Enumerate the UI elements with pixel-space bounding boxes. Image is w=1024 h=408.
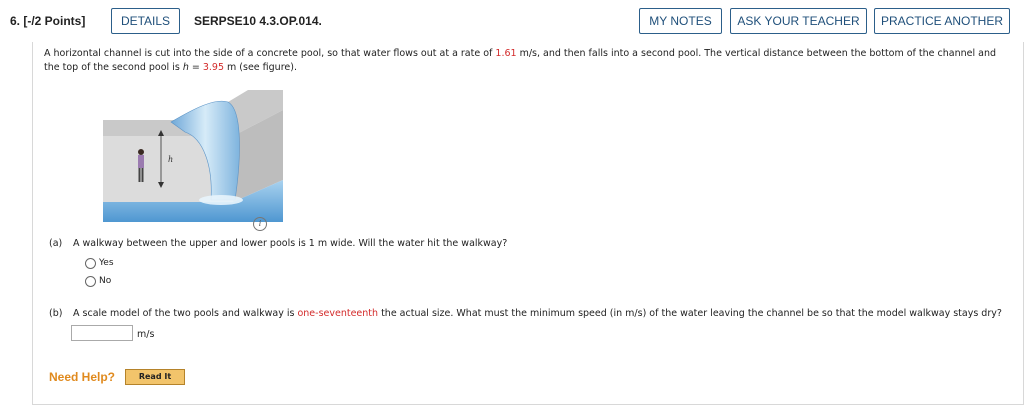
problem-text: =: [188, 62, 203, 73]
problem-text: A horizontal channel is cut into the sid…: [44, 48, 496, 59]
problem-text: m (see figure).: [224, 62, 297, 73]
h-label: h: [168, 155, 173, 164]
read-it-button[interactable]: Read It: [125, 369, 185, 385]
problem-statement: A horizontal channel is cut into the sid…: [44, 47, 1014, 75]
question-number: 6. [-/2 Points]: [10, 14, 86, 28]
info-icon[interactable]: i: [253, 217, 267, 231]
answer-unit: m/s: [137, 329, 155, 340]
part-a-label: (a): [49, 238, 63, 249]
answer-input[interactable]: [71, 325, 133, 341]
question-header: 6. [-/2 Points] DETAILS SERPSE10 4.3.OP.…: [0, 0, 1024, 42]
ask-teacher-button[interactable]: ASK YOUR TEACHER: [730, 8, 867, 34]
speed-value: 1.61: [495, 48, 517, 59]
radio-no[interactable]: [85, 276, 96, 287]
my-notes-button[interactable]: MY NOTES: [639, 8, 722, 34]
need-help-label: Need Help?: [49, 370, 116, 384]
details-button[interactable]: DETAILS: [111, 8, 180, 34]
part-b-text: the actual size. What must the minimum s…: [378, 308, 1002, 319]
part-a-question: A walkway between the upper and lower po…: [73, 238, 508, 249]
question-code: SERPSE10 4.3.OP.014.: [194, 14, 322, 28]
radio-yes[interactable]: [85, 258, 96, 269]
option-yes-label: Yes: [99, 258, 114, 268]
part-b-question: A scale model of the two pools and walkw…: [73, 308, 1018, 319]
height-value: 3.95: [202, 62, 224, 73]
part-b-text: A scale model of the two pools and walkw…: [73, 308, 298, 319]
practice-another-button[interactable]: PRACTICE ANOTHER: [874, 8, 1010, 34]
option-no-label: No: [99, 276, 112, 286]
part-b-label: (b): [49, 308, 63, 319]
question-body: A horizontal channel is cut into the sid…: [32, 42, 1024, 405]
pool-figure: h: [103, 90, 283, 222]
scale-fraction: one-seventeenth: [297, 308, 379, 319]
